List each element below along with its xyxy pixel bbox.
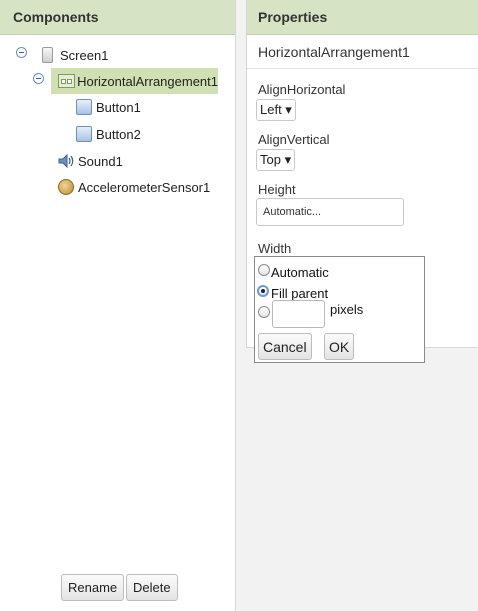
width-label: Width [258, 241, 292, 256]
align-vertical-dropdown[interactable]: Top ▾ [256, 149, 296, 171]
tree-item-horizontalarrangement1[interactable]: HorizontalArrangement1 [51, 68, 218, 94]
tree-item-label: HorizontalArrangement1 [77, 73, 218, 89]
height-field[interactable]: Automatic... [256, 198, 404, 226]
selected-component-name: HorizontalArrangement1 [258, 44, 410, 60]
height-label: Height [258, 182, 296, 197]
cancel-button[interactable]: Cancel [258, 333, 312, 360]
accelerometer-icon [58, 179, 74, 195]
tree-item-label: Sound1 [78, 153, 123, 169]
width-pixels-input[interactable] [272, 300, 325, 328]
align-vertical-label: AlignVertical [258, 132, 330, 147]
collapse-icon[interactable] [33, 73, 44, 84]
tree-item-sound1[interactable]: Sound1 [58, 150, 123, 172]
width-fill-parent-radio[interactable] [257, 285, 269, 297]
horizontal-arrangement-icon [58, 74, 76, 88]
sound-icon [58, 153, 76, 169]
tree-item-button2[interactable]: Button2 [76, 124, 141, 144]
divider [247, 68, 478, 69]
width-fill-parent-label[interactable]: Fill parent [271, 286, 328, 301]
app-root: Components Screen1 HorizontalArrangement… [0, 0, 478, 611]
components-panel: Components Screen1 HorizontalArrangement… [0, 0, 236, 611]
delete-button[interactable]: Delete [126, 574, 178, 601]
width-automatic-label[interactable]: Automatic [271, 265, 329, 280]
properties-header: Properties [247, 0, 478, 35]
width-automatic-radio[interactable] [258, 264, 270, 276]
tree-item-accelerometersensor1[interactable]: AccelerometerSensor1 [58, 176, 210, 198]
width-chooser-popup: Automatic Fill parent pixels Cancel OK [254, 256, 425, 363]
tree-item-label: Button2 [96, 126, 141, 142]
tree-item-label: Screen1 [60, 47, 109, 63]
align-horizontal-label: AlignHorizontal [258, 82, 346, 97]
components-header: Components [0, 0, 235, 35]
tree-item-label: Button1 [96, 99, 141, 115]
collapse-icon[interactable] [16, 47, 27, 58]
tree-item-button1[interactable]: Button1 [76, 97, 141, 117]
tree-item-label: AccelerometerSensor1 [78, 179, 211, 195]
align-horizontal-dropdown[interactable]: Left ▾ [256, 99, 296, 121]
width-pixels-radio[interactable] [258, 306, 270, 318]
button-icon [76, 126, 92, 142]
tree-item-screen1[interactable]: Screen1 [42, 44, 108, 66]
rename-button[interactable]: Rename [61, 574, 125, 601]
screen-icon [42, 47, 53, 63]
width-pixels-label: pixels [330, 302, 364, 317]
ok-button[interactable]: OK [324, 333, 355, 360]
button-icon [76, 99, 92, 115]
